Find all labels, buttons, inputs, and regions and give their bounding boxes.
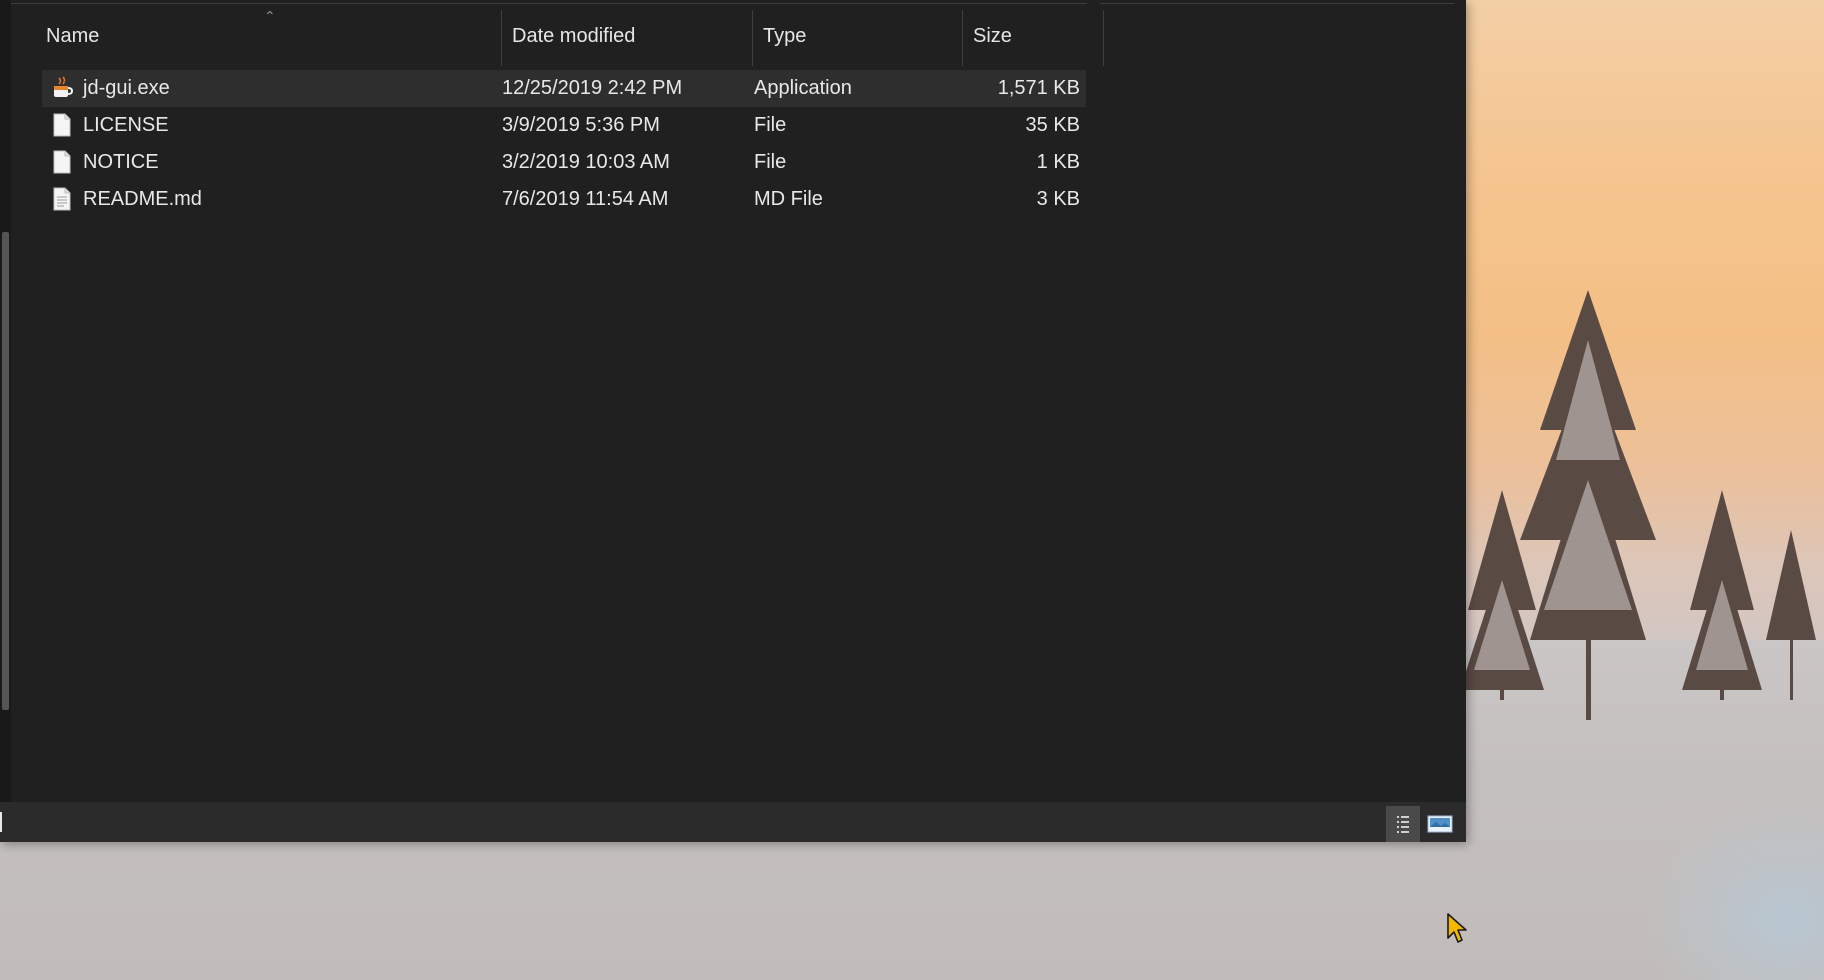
file-icon: [53, 150, 71, 174]
file-icon: [53, 113, 71, 137]
file-name: README.md: [83, 188, 202, 210]
column-separator[interactable]: [1103, 10, 1104, 66]
column-header-type-label: Type: [763, 24, 807, 47]
status-bar: [0, 802, 1466, 842]
navigation-pane-edge: [0, 0, 11, 802]
column-header-size[interactable]: Size: [963, 8, 1103, 64]
wallpaper-snow-shadow: [1640, 800, 1824, 980]
wallpaper-trees: [1460, 290, 1816, 720]
navigation-pane-scrollbar[interactable]: [2, 232, 9, 710]
file-name: jd-gui.exe: [83, 77, 170, 99]
column-header-name-label: Name: [46, 24, 100, 47]
column-header-row: ⌃ Name Date modified Type Size: [11, 8, 1104, 66]
file-row-readme[interactable]: README.md 7/6/2019 11:54 AM MD File 3 KB: [42, 181, 1086, 218]
file-date-modified: 3/9/2019 5:36 PM: [502, 114, 660, 136]
file-row-license[interactable]: LICENSE 3/9/2019 5:36 PM File 35 KB: [42, 107, 1086, 144]
file-type: Application: [754, 77, 852, 99]
column-header-date-label: Date modified: [512, 24, 636, 47]
search-box-edge: [1100, 0, 1454, 4]
status-bar-caret: [0, 812, 2, 832]
details-view-icon: [1397, 816, 1409, 833]
file-date-modified: 7/6/2019 11:54 AM: [502, 188, 669, 210]
file-size: 35 KB: [1025, 114, 1080, 136]
file-size: 1,571 KB: [997, 77, 1080, 99]
column-header-size-label: Size: [973, 24, 1012, 47]
file-date-modified: 12/25/2019 2:42 PM: [502, 77, 683, 99]
large-icons-view-icon: [1427, 815, 1453, 833]
details-view-button[interactable]: [1386, 806, 1420, 842]
file-row-notice[interactable]: NOTICE 3/2/2019 10:03 AM File 1 KB: [42, 144, 1086, 181]
file-explorer-window: ⌃ Name Date modified Type Size jd-gui.ex: [0, 0, 1466, 842]
column-header-date-modified[interactable]: Date modified: [502, 8, 752, 64]
file-size: 1 KB: [1036, 151, 1080, 173]
file-type: File: [754, 114, 787, 136]
file-name: LICENSE: [83, 114, 169, 136]
large-icons-view-button[interactable]: [1423, 806, 1457, 842]
file-list: jd-gui.exe 12/25/2019 2:42 PM Applicatio…: [42, 70, 1086, 218]
text-file-icon: [53, 187, 71, 211]
toolbar-edge: [11, 0, 1087, 4]
file-date-modified: 3/2/2019 10:03 AM: [502, 151, 670, 173]
file-name: NOTICE: [83, 151, 159, 173]
column-header-type[interactable]: Type: [753, 8, 962, 64]
mouse-cursor-icon: [1447, 913, 1467, 943]
file-size: 3 KB: [1036, 188, 1080, 210]
file-row-jd-gui[interactable]: jd-gui.exe 12/25/2019 2:42 PM Applicatio…: [42, 70, 1086, 107]
java-app-icon: [54, 76, 73, 97]
column-header-name[interactable]: Name: [36, 8, 502, 64]
file-type: File: [754, 151, 787, 173]
file-type: MD File: [754, 188, 823, 210]
